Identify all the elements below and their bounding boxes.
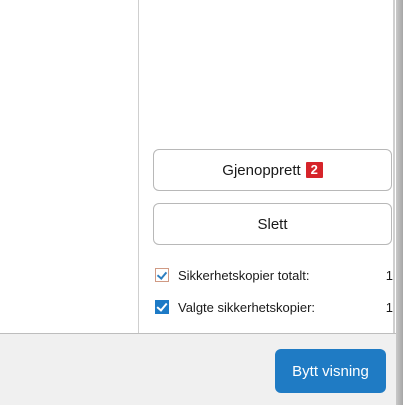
total-backups-row: Sikkerhetskopier totalt: 1 bbox=[155, 266, 395, 284]
selected-backups-value: 1 bbox=[385, 299, 393, 315]
checkbox-checked-icon[interactable] bbox=[155, 300, 169, 314]
switch-view-button[interactable]: Bytt visning bbox=[275, 349, 386, 393]
restore-callout-badge: 2 bbox=[305, 162, 323, 178]
window-edge bbox=[396, 0, 403, 405]
restore-button[interactable]: Gjenopprett 2 bbox=[153, 149, 392, 191]
backup-list-pane bbox=[0, 0, 139, 333]
backup-check-icon bbox=[155, 268, 169, 282]
restore-button-label: Gjenopprett bbox=[222, 161, 301, 179]
total-backups-value: 1 bbox=[385, 267, 393, 283]
switch-view-label: Bytt visning bbox=[292, 362, 369, 380]
selected-backups-row: Valgte sikkerhetskopier: 1 bbox=[155, 298, 395, 316]
selected-backups-label: Valgte sikkerhetskopier: bbox=[178, 299, 316, 315]
delete-button-label: Slett bbox=[257, 215, 288, 233]
delete-button[interactable]: Slett bbox=[153, 203, 392, 245]
total-backups-label: Sikkerhetskopier totalt: bbox=[178, 267, 310, 283]
